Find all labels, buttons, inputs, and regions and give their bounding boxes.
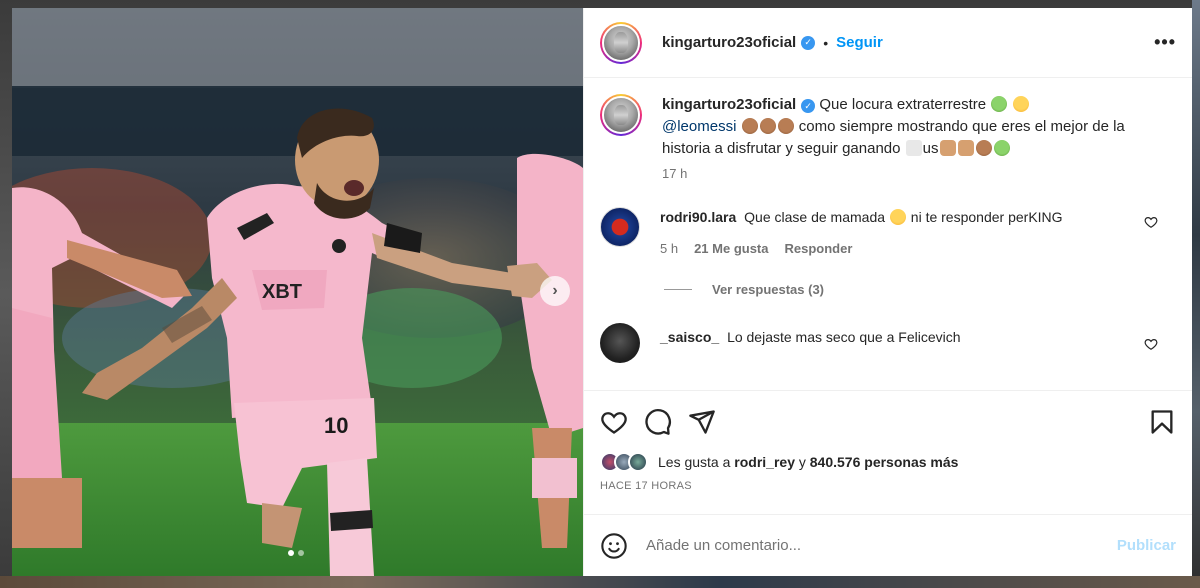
comment-meta: 5 h 21 Me gusta Responder [660, 241, 1176, 256]
comment-composer: Publicar [584, 514, 1192, 576]
likes-user[interactable]: rodri_rey [734, 454, 795, 470]
alien-emoji-icon [991, 96, 1008, 112]
comment-item: _saisco_ Lo dejaste mas seco que a Felic… [600, 323, 1176, 363]
post-side-panel: kingarturo23oficial ✓ • Seguir ••• kinga… [583, 8, 1192, 576]
mention-link[interactable]: @leomessi [662, 118, 736, 135]
post-timestamp: HACE 17 HORAS [600, 480, 692, 492]
liker-avatars [600, 452, 648, 472]
author-avatar[interactable] [600, 21, 642, 64]
comment-input[interactable] [646, 537, 1117, 554]
caption-text-part3: us [922, 140, 939, 157]
heart-icon[interactable] [600, 408, 628, 436]
laughing-emoji-icon [889, 209, 906, 225]
commenter-avatar[interactable] [600, 207, 640, 247]
comment-heart-icon[interactable] [1144, 215, 1158, 229]
commenter-avatar[interactable] [600, 323, 640, 363]
reply-button[interactable]: Responder [785, 241, 853, 256]
likes-section: Les gusta a rodri_rey y 840.576 personas… [584, 452, 1192, 514]
comment-item: rodri90.lara Que clase de mamada ni te r… [600, 207, 1176, 256]
clap-emoji-icon [975, 140, 992, 156]
likes-prefix: Les gusta a [658, 454, 731, 470]
clap-emoji-icon [741, 118, 758, 134]
comment-username[interactable]: rodri90.lara [660, 209, 736, 225]
more-options-icon[interactable]: ••• [1154, 32, 1176, 53]
chevron-right-icon: › [552, 282, 558, 299]
caption-text: kingarturo23oficial ✓ Que locura extrater… [662, 94, 1176, 160]
comment-likes[interactable]: 21 Me gusta [694, 241, 768, 256]
replies-divider [664, 289, 692, 290]
likes-conj: y [798, 454, 806, 470]
post-photo[interactable]: XBT 10 › [12, 8, 583, 576]
caption-avatar[interactable] [600, 94, 642, 136]
carousel-dots [288, 550, 304, 556]
view-replies-label: Ver respuestas (3) [712, 282, 825, 297]
share-icon[interactable] [688, 408, 716, 436]
caption: kingarturo23oficial ✓ Que locura extrater… [600, 94, 1176, 181]
ok-hand-emoji-icon [939, 140, 956, 156]
avatar-image [602, 23, 640, 62]
svg-text:10: 10 [324, 413, 348, 438]
goat-emoji-icon [905, 140, 922, 156]
comment-username[interactable]: _saisco_ [660, 329, 719, 345]
comment-body: _saisco_ Lo dejaste mas seco que a Felic… [660, 327, 1176, 347]
clap-emoji-icon [777, 118, 794, 134]
backdrop-edge [1192, 0, 1200, 588]
alien-emoji-icon [993, 140, 1010, 156]
author-username[interactable]: kingarturo23oficial [662, 34, 796, 51]
verified-badge-icon: ✓ [801, 35, 816, 50]
caption-username[interactable]: kingarturo23oficial [662, 96, 796, 113]
comment-text: Que clase de mamada [744, 209, 886, 225]
caption-text-part1: Que locura extraterrestre [819, 96, 987, 113]
follow-button[interactable]: Seguir [836, 34, 883, 51]
comments-list[interactable]: kingarturo23oficial ✓ Que locura extrater… [584, 78, 1192, 390]
publish-button[interactable]: Publicar [1117, 537, 1176, 554]
caption-time[interactable]: 17 h [662, 166, 1176, 181]
scream-emoji-icon [1013, 96, 1030, 112]
thumbs-up-emoji-icon [957, 140, 974, 156]
likes-count[interactable]: 840.576 personas más [810, 454, 959, 470]
comment-time[interactable]: 5 h [660, 241, 678, 256]
photo-illustration: XBT 10 [12, 8, 583, 576]
carousel-dot-active [288, 550, 294, 556]
post-header: kingarturo23oficial ✓ • Seguir ••• [584, 8, 1192, 78]
carousel-dot [298, 550, 304, 556]
liker-avatar [628, 452, 648, 472]
comment-text-after: ni te responder perKING [910, 209, 1063, 225]
carousel-next-button[interactable]: › [540, 276, 570, 306]
svg-text:XBT: XBT [262, 281, 302, 303]
verified-badge-icon: ✓ [801, 99, 816, 113]
post-modal: XBT 10 › kingarturo23oficial ✓ • Seguir … [12, 8, 1192, 576]
view-replies-button[interactable]: Ver respuestas (3) [664, 282, 1176, 297]
emoji-icon[interactable] [600, 532, 628, 560]
comment-text: Lo dejaste mas seco que a Felicevich [727, 329, 961, 345]
likes-summary[interactable]: Les gusta a rodri_rey y 840.576 personas… [600, 452, 1176, 472]
header-separator: • [823, 34, 829, 51]
post-actions [584, 390, 1192, 452]
bookmark-icon[interactable] [1148, 408, 1176, 436]
comment-heart-icon[interactable] [1144, 337, 1158, 351]
backdrop-bottom [0, 576, 1200, 588]
clap-emoji-icon [759, 118, 776, 134]
comment-body: rodri90.lara Que clase de mamada ni te r… [660, 207, 1176, 227]
comment-icon[interactable] [644, 408, 672, 436]
